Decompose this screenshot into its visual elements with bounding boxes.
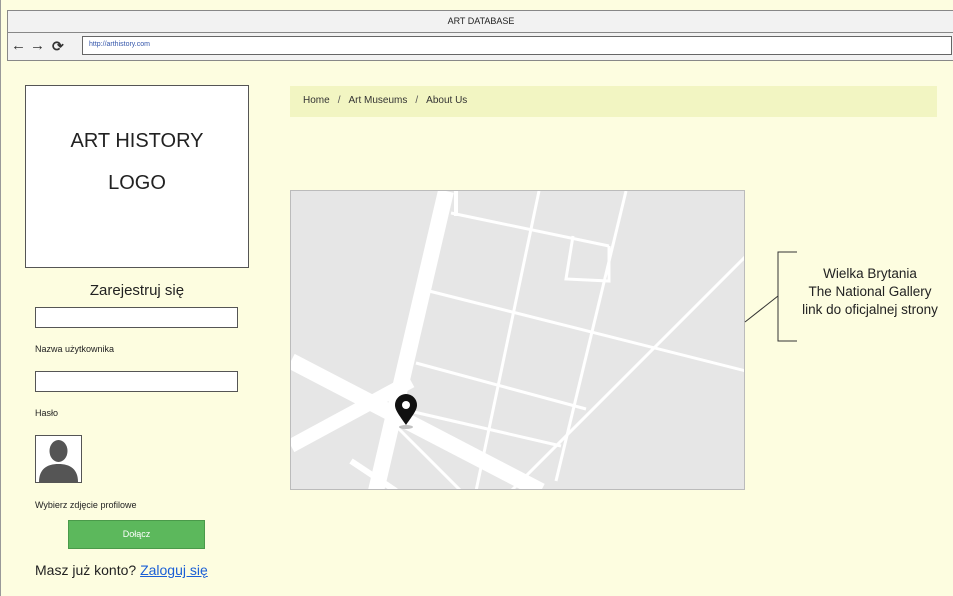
- user-silhouette-icon: [36, 436, 81, 482]
- breadcrumb-separator: /: [337, 95, 341, 106]
- register-title: Zarejestruj się: [89, 282, 185, 299]
- title-bar: ART DATABASE: [7, 10, 953, 33]
- map-view[interactable]: [290, 190, 745, 490]
- password-input[interactable]: [35, 371, 238, 392]
- back-arrow-icon[interactable]: ←: [11, 38, 26, 54]
- logo-line-2: LOGO: [108, 172, 166, 194]
- reload-icon[interactable]: ⟳: [52, 38, 64, 54]
- password-label: Hasło: [35, 408, 59, 418]
- address-bar-row: ← → ⟳ http://arthistory.com: [7, 33, 953, 61]
- username-input[interactable]: [35, 307, 238, 328]
- breadcrumb-art-museums[interactable]: Art Museums: [348, 95, 407, 106]
- login-link[interactable]: Zaloguj się: [140, 562, 208, 578]
- breadcrumb-separator: /: [415, 95, 419, 106]
- callout-official-link[interactable]: link do oficjalnej strony: [790, 301, 950, 319]
- site-logo: ART HISTORY LOGO: [25, 85, 249, 268]
- breadcrumb: Home / Art Museums / About Us: [290, 86, 937, 117]
- forward-arrow-icon[interactable]: →: [30, 38, 45, 54]
- breadcrumb-home[interactable]: Home: [303, 95, 330, 106]
- have-account-text: Masz już konto?: [35, 562, 141, 578]
- username-label: Nazwa użytkownika: [35, 344, 115, 354]
- callout-country: Wielka Brytania: [823, 266, 917, 281]
- window-title: ART DATABASE: [447, 16, 515, 26]
- profile-photo-picker[interactable]: [35, 435, 82, 483]
- callout-museum-name: The National Gallery: [808, 284, 932, 299]
- browser-window: ART DATABASE ← → ⟳ http://arthistory.com…: [0, 0, 953, 596]
- map-graphic: [291, 191, 744, 489]
- join-button[interactable]: Dołącz: [68, 520, 205, 549]
- logo-line-1: ART HISTORY: [70, 130, 204, 152]
- url-input[interactable]: http://arthistory.com: [82, 36, 952, 55]
- breadcrumb-about-us[interactable]: About Us: [426, 95, 467, 106]
- profile-photo-label: Wybierz zdjęcie profilowe: [35, 500, 137, 510]
- museum-callout: Wielka Brytania The National Gallery lin…: [790, 265, 950, 319]
- login-prompt: Masz już konto? Zaloguj się: [35, 562, 208, 578]
